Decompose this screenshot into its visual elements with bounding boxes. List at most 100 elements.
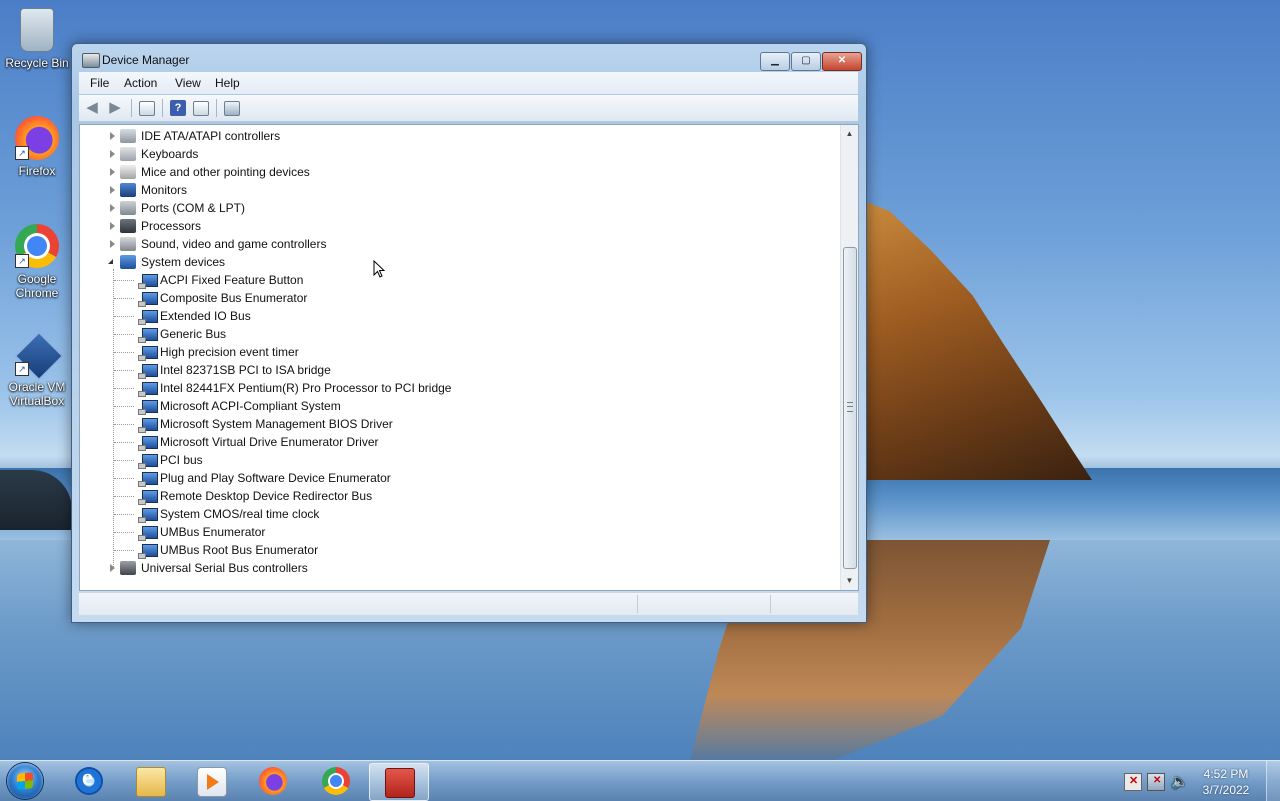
taskbar-app-device-manager-toolbox[interactable] [369,763,429,801]
shortcut-arrow-icon: ↗ [15,362,29,376]
tree-category-label: Mice and other pointing devices [141,165,310,179]
tree-guide-line [114,514,134,515]
system-device-icon [138,454,158,469]
port-icon [120,201,136,215]
system-device-icon [138,400,158,415]
title-bar[interactable]: Device Manager ▁ ▢ ✕ [72,44,866,74]
expanded-arrow-icon[interactable] [108,259,113,264]
taskbar-app-firefox[interactable] [244,763,302,799]
taskbar-app-chrome[interactable] [307,763,365,799]
processor-icon [120,219,136,233]
view-icon[interactable] [193,101,209,116]
tree-guide-line [113,269,114,569]
action-center-icon[interactable] [1124,773,1142,791]
help-icon[interactable]: ? [170,100,186,116]
tree-device-label: ACPI Fixed Feature Button [160,273,304,287]
tree-guide-line [114,298,134,299]
toolbar: ◀ ▶ ? [79,95,858,122]
collapsed-arrow-icon[interactable] [110,168,115,176]
close-button[interactable]: ✕ [822,52,862,71]
system-device-icon [138,418,158,433]
tree-device-label: Intel 82441FX Pentium(R) Pro Processor t… [160,381,452,395]
clock-date: 3/7/2022 [1202,783,1250,797]
chrome-icon: ↗ [15,224,59,268]
scroll-down-arrow-icon[interactable]: ▼ [841,572,858,589]
scrollbar-grip-icon [847,402,853,412]
minimize-button[interactable]: ▁ [760,52,790,71]
collapsed-arrow-icon[interactable] [110,132,115,140]
system-device-icon [138,544,158,559]
vertical-scrollbar[interactable]: ▲ ▼ [840,125,858,590]
tree-guide-line [114,352,134,353]
back-icon[interactable]: ◀ [84,100,100,116]
scrollbar-thumb[interactable] [843,247,857,569]
collapsed-arrow-icon[interactable] [110,204,115,212]
desktop-icon-chrome[interactable]: ↗ Google Chrome [1,224,73,300]
device-manager-icon [82,53,100,68]
system-device-icon [138,382,158,397]
tree-guide-line [114,460,134,461]
tree-category-label: System devices [141,255,226,269]
media-player-icon [197,767,227,797]
keyboard-icon [120,147,136,161]
scroll-up-arrow-icon[interactable]: ▲ [841,125,858,142]
tree-device-label: Remote Desktop Device Redirector Bus [160,489,373,503]
system-device-icon [138,472,158,487]
system-device-icon [138,292,158,307]
maximize-button[interactable]: ▢ [791,52,821,71]
system-device-icon [138,436,158,451]
device-tree[interactable]: IDE ATA/ATAPI controllers Keyboards Mice a… [79,124,859,591]
tree-guide-line [114,496,134,497]
toolbar-separator [162,99,163,117]
show-desktop-button[interactable] [1266,761,1280,801]
taskbar-app-media-player[interactable] [182,763,240,799]
menu-help[interactable]: Help [215,76,240,90]
desktop-icon-firefox[interactable]: ↗ Firefox [1,116,73,178]
menu-view[interactable]: View [175,76,201,90]
volume-icon[interactable]: 🔈 [1171,773,1188,789]
scan-hardware-icon[interactable] [224,101,240,116]
tree-category-label: IDE ATA/ATAPI controllers [141,129,281,143]
tree-device-label: Microsoft ACPI-Compliant System [160,399,341,413]
tree-category-label: Universal Serial Bus controllers [141,561,308,575]
status-divider [770,595,771,613]
desktop-icon-recycle-bin[interactable]: Recycle Bin [1,8,73,70]
file-explorer-icon [136,767,166,797]
menu-bar: File Action View Help [79,72,858,94]
collapsed-arrow-icon[interactable] [110,186,115,194]
chrome-icon [322,767,350,795]
taskbar-app-file-explorer[interactable] [121,763,179,799]
start-button[interactable] [7,763,43,799]
system-device-icon [138,490,158,505]
internet-explorer-icon [75,765,103,795]
network-icon[interactable] [1147,773,1165,791]
firefox-icon [259,767,287,795]
menu-file[interactable]: File [90,76,109,90]
forward-icon[interactable]: ▶ [107,100,123,116]
monitor-icon [120,183,136,197]
desktop-icon-virtualbox[interactable]: ↗ Oracle VM VirtualBox [1,331,73,408]
taskbar-app-internet-explorer[interactable] [60,763,118,799]
tree-device-label: Plug and Play Software Device Enumerator [160,471,391,485]
mouse-icon [120,165,136,179]
tree-device-label: Microsoft System Management BIOS Driver [160,417,393,431]
desktop-icon-label: Firefox [18,164,56,178]
tree-device-label: UMBus Root Bus Enumerator [160,543,319,557]
clock[interactable]: 4:52 PM 3/7/2022 [1196,766,1256,798]
tree-device-label: UMBus Enumerator [160,525,266,539]
tree-guide-line [114,406,134,407]
properties-icon[interactable] [139,101,155,116]
menu-action[interactable]: Action [124,76,157,90]
ide-controller-icon [120,129,136,143]
collapsed-arrow-icon[interactable] [110,564,115,572]
collapsed-arrow-icon[interactable] [110,240,115,248]
system-device-icon [138,526,158,541]
collapsed-arrow-icon[interactable] [110,150,115,158]
tree-category-label: Sound, video and game controllers [141,237,327,251]
tree-category-label: Processors [141,219,202,233]
tree-category-label: Monitors [141,183,188,197]
collapsed-arrow-icon[interactable] [110,222,115,230]
tree-device-label: Extended IO Bus [160,309,251,323]
toolbar-separator [131,99,132,117]
system-device-icon [138,328,158,343]
